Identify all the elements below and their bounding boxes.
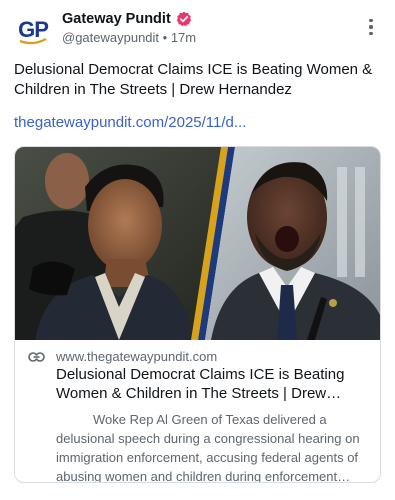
more-options-button[interactable] <box>362 16 380 38</box>
verified-badge-icon <box>176 11 192 27</box>
link-icon <box>28 352 45 362</box>
man-face <box>88 179 162 271</box>
card-description: Woke Rep Al Green of Texas delivered a d… <box>56 412 360 483</box>
glove <box>29 261 75 296</box>
officer-head <box>45 153 89 209</box>
handle[interactable]: @gatewaypundit <box>62 30 159 45</box>
separator-dot: • <box>159 30 171 45</box>
handle-row: @gatewaypundit • 17m <box>62 29 196 47</box>
author-info: Gateway Pundit @gatewaypundit • 17m <box>62 10 196 47</box>
display-name[interactable]: Gateway Pundit <box>62 10 171 28</box>
lapel-pin <box>329 299 337 307</box>
post-link[interactable]: thegatewaypundit.com/2025/11/d... <box>14 113 246 133</box>
avatar[interactable]: GP <box>14 10 52 48</box>
post-text: Delusional Democrat Claims ICE is Beatin… <box>14 61 373 98</box>
link-preview-card[interactable]: www.thegatewaypundit.com Delusional Demo… <box>14 146 381 483</box>
menu-dot <box>369 25 373 29</box>
post-header: GP Gateway Pundit @gatewaypundit • 17m <box>14 8 382 48</box>
card-image[interactable] <box>15 147 380 340</box>
menu-dot <box>369 18 373 23</box>
card-body: www.thegatewaypundit.com Delusional Demo… <box>15 340 380 482</box>
card-domain: www.thegatewaypundit.com <box>56 349 218 364</box>
social-post: GP Gateway Pundit @gatewaypundit • 17m D… <box>0 0 395 500</box>
timestamp[interactable]: 17m <box>171 30 196 45</box>
menu-dot <box>369 31 373 36</box>
card-title[interactable]: Delusional Democrat Claims ICE is Beatin… <box>56 365 368 403</box>
building-column <box>337 167 347 277</box>
building-column <box>355 167 365 277</box>
open-mouth <box>275 226 299 252</box>
avatar-letters: GP <box>18 17 48 42</box>
